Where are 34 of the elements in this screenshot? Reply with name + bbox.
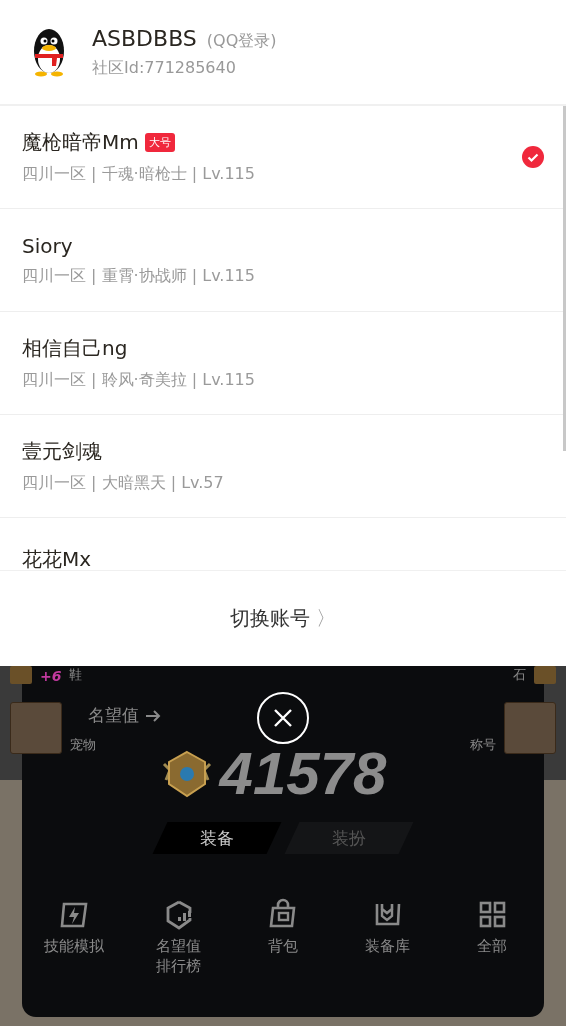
close-icon <box>272 707 294 729</box>
slot-label: 宠物 <box>70 736 96 754</box>
menu-item[interactable]: 全部 <box>446 898 537 977</box>
role-info: 四川一区 | 大暗黑天 | Lv.57 <box>22 473 225 494</box>
role-info: 四川一区 | 聆风·奇美拉 | Lv.115 <box>22 370 256 391</box>
slot-label: 称号 <box>470 736 496 754</box>
role-name[interactable]: Siory <box>22 233 73 258</box>
login-type: (QQ登录) <box>206 30 277 52</box>
menu-item[interactable]: 名望值 排行榜 <box>133 898 224 977</box>
role-name[interactable]: 壹元剑魂 <box>22 438 102 465</box>
slot-label: 石 <box>513 666 526 684</box>
role-info: 四川一区 | 重霄·协战师 | Lv.115 <box>22 265 256 287</box>
switch-account-button[interactable]: 切换账号 〉 <box>224 599 342 638</box>
menu-item[interactable]: 背包 <box>237 898 328 977</box>
slot-label: 鞋 <box>69 666 83 684</box>
community-id: 社区Id:771285640 <box>92 57 237 79</box>
role-name[interactable]: 花花Mx <box>22 546 92 570</box>
role-name[interactable]: 魔枪暗帝Mm <box>22 129 139 156</box>
close-button[interactable] <box>257 692 309 744</box>
menu-item[interactable]: 装备库 <box>342 898 433 977</box>
item-thumbnail <box>504 702 556 754</box>
role-name[interactable]: 相信自己ng <box>22 335 128 362</box>
fame-score: 41578 <box>219 739 387 808</box>
item-thumbnail <box>534 666 556 684</box>
main-account-tag: 大号 <box>144 133 175 152</box>
menu-item[interactable]: 技能模拟 <box>29 898 120 977</box>
item-thumbnail <box>10 666 32 684</box>
arrow-icon <box>145 708 163 723</box>
item-thumbnail <box>10 702 62 754</box>
enhance-level-label: +6 <box>40 668 62 684</box>
tab[interactable]: 装备 <box>152 822 282 854</box>
role-info: 四川一区 | 千魂·暗枪士 | Lv.115 <box>22 164 256 185</box>
account-name: ASBDBBS <box>92 25 197 51</box>
fame-label: 名望值 <box>88 704 139 727</box>
